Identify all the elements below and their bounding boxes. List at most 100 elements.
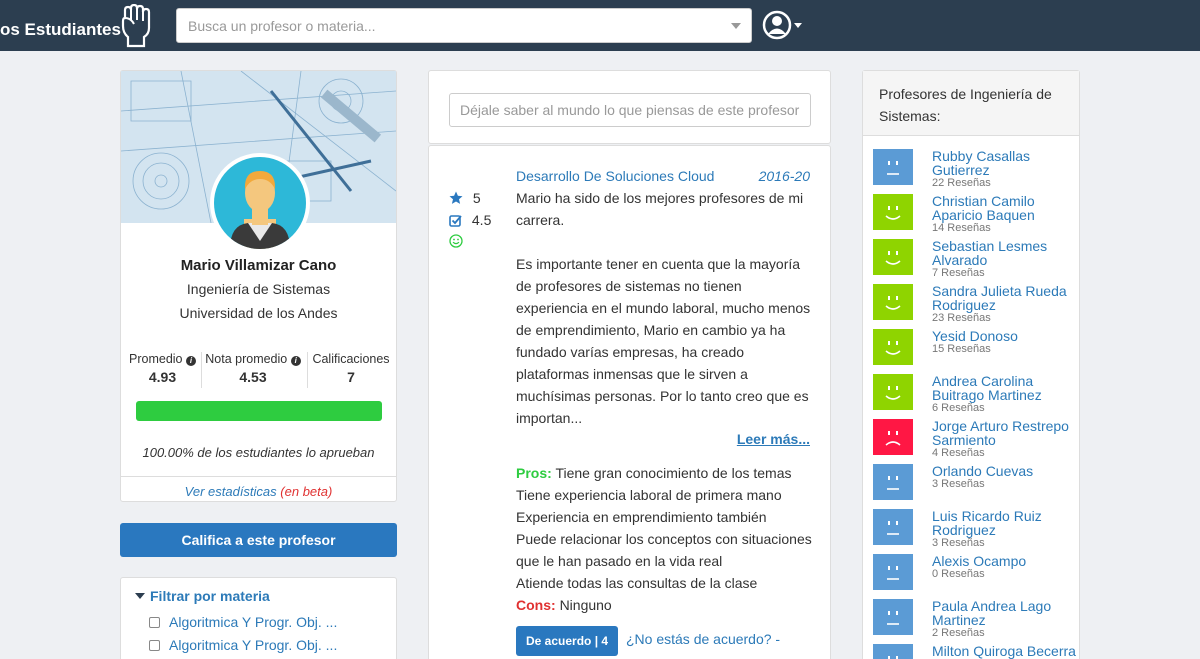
star-icon bbox=[449, 191, 463, 204]
cons-label: Cons: bbox=[516, 597, 556, 613]
filter-item-label[interactable]: Algoritmica Y Progr. Obj. ... bbox=[149, 637, 337, 653]
happy-face-icon bbox=[873, 329, 913, 365]
approval-progress-fill bbox=[136, 401, 382, 421]
neutral-face-icon bbox=[873, 644, 913, 659]
pros-item: Atiende todas las consultas de la clase bbox=[516, 575, 758, 591]
professor-review-count: 23 Reseñas bbox=[932, 312, 991, 324]
stat-ratings-value: 7 bbox=[347, 369, 355, 385]
filter-title[interactable]: Filtrar por materia bbox=[150, 588, 270, 604]
professor-name: Mario Villamizar Cano bbox=[180, 257, 337, 274]
user-dropdown-caret-icon[interactable] bbox=[794, 23, 802, 28]
happy-face-icon bbox=[873, 374, 913, 410]
professor-name-link[interactable]: Andrea Carolina Buitrago Martinez bbox=[932, 373, 1042, 403]
professor-review-count: 2 Reseñas bbox=[932, 627, 985, 639]
professor-list-item[interactable]: Alexis Ocampo 0 Reseñas bbox=[873, 554, 1078, 594]
professor-link[interactable]: Milton Quiroga Becerra bbox=[932, 644, 1078, 658]
professor-name-link[interactable]: Rubby Casallas Gutierrez bbox=[932, 148, 1030, 178]
professor-list-item[interactable]: Christian Camilo Aparicio Baquen 14 Reseñ… bbox=[873, 194, 1078, 234]
professor-name-link[interactable]: Alexis Ocampo bbox=[932, 553, 1026, 569]
neutral-face-icon bbox=[873, 509, 913, 545]
professor-review-count: 6 Reseñas bbox=[932, 402, 985, 414]
checkbox-checked-icon bbox=[449, 215, 462, 227]
search-input[interactable] bbox=[177, 9, 697, 42]
person-avatar-icon bbox=[230, 171, 290, 249]
review-body: Mario ha sido de los mejores profesores … bbox=[516, 187, 816, 451]
card-divider bbox=[121, 476, 396, 477]
raised-fist-logo-icon[interactable] bbox=[117, 4, 155, 48]
professor-review-count: 0 Reseñas bbox=[932, 568, 985, 580]
rate-professor-button[interactable]: Califica a este profesor bbox=[120, 523, 397, 557]
filter-checkbox[interactable] bbox=[149, 617, 160, 628]
professor-list-item[interactable]: Andrea Carolina Buitrago Martinez 6 Reseñ… bbox=[873, 374, 1078, 414]
disagree-link[interactable]: ¿No estás de acuerdo? - bbox=[626, 631, 780, 647]
info-icon[interactable]: i bbox=[185, 356, 196, 366]
professor-link[interactable]: Orlando Cuevas 3 Reseñas bbox=[932, 464, 1078, 491]
stat-ratings: Calificaciones 7 bbox=[309, 352, 393, 388]
user-circle-icon[interactable] bbox=[762, 10, 792, 40]
professor-name-link[interactable]: Yesid Donoso bbox=[932, 328, 1018, 344]
filter-toggle[interactable]: Filtrar por materia bbox=[135, 588, 270, 604]
professor-name-link[interactable]: Milton Quiroga Becerra bbox=[932, 643, 1076, 659]
filter-by-course-card: Filtrar por materia Algoritmica Y Progr.… bbox=[120, 577, 397, 659]
neutral-face-icon bbox=[873, 599, 913, 635]
post-opinion-card: Déjale saber al mundo lo que piensas de … bbox=[428, 70, 831, 144]
professor-list-item[interactable]: Yesid Donoso 15 Reseñas bbox=[873, 329, 1078, 369]
review-mood bbox=[449, 234, 463, 251]
brand-name[interactable]: os Estudiantes bbox=[0, 20, 121, 40]
professor-name-link[interactable]: Jorge Arturo Restrepo Sarmiento bbox=[932, 418, 1069, 448]
neutral-face-icon bbox=[873, 464, 913, 500]
agree-button[interactable]: De acuerdo | 4 bbox=[516, 626, 619, 656]
view-stats-link[interactable]: Ver estadísticas (en beta) bbox=[121, 484, 396, 499]
beta-label: (en beta) bbox=[280, 484, 333, 499]
professor-review-count: 4 Reseñas bbox=[932, 447, 985, 459]
info-icon[interactable]: i bbox=[290, 356, 301, 366]
search-box[interactable] bbox=[176, 8, 752, 43]
professor-link[interactable]: Sebastian Lesmes Alvarado 7 Reseñas bbox=[932, 239, 1078, 280]
review-course[interactable]: Desarrollo De Soluciones Cloud bbox=[516, 168, 714, 184]
approval-text: 100.00% de los estudiantes lo aprueban bbox=[142, 445, 375, 460]
professor-link[interactable]: Yesid Donoso 15 Reseñas bbox=[932, 329, 1078, 356]
professor-review-count: 7 Reseñas bbox=[932, 267, 985, 279]
professor-link[interactable]: Paula Andrea Lago Martinez 2 Reseñas bbox=[932, 599, 1078, 640]
professor-name-link[interactable]: Luis Ricardo Ruiz Rodriguez bbox=[932, 508, 1042, 538]
avatar bbox=[210, 153, 310, 253]
professor-name-link[interactable]: Orlando Cuevas bbox=[932, 463, 1033, 479]
professor-name-link[interactable]: Sandra Julieta Rueda Rodriguez bbox=[932, 283, 1067, 313]
professor-list-item[interactable]: Jorge Arturo Restrepo Sarmiento 4 Reseñas bbox=[873, 419, 1078, 459]
view-stats-label[interactable]: Ver estadísticas bbox=[185, 484, 277, 499]
chevron-down-icon[interactable] bbox=[731, 23, 741, 29]
professor-link[interactable]: Jorge Arturo Restrepo Sarmiento 4 Reseñas bbox=[932, 419, 1078, 460]
caret-down-icon[interactable] bbox=[135, 593, 145, 599]
sad-face-icon bbox=[873, 419, 913, 455]
professor-list-item[interactable]: Sebastian Lesmes Alvarado 7 Reseñas bbox=[873, 239, 1078, 279]
professor-link[interactable]: Luis Ricardo Ruiz Rodriguez 3 Reseñas bbox=[932, 509, 1078, 550]
filter-item[interactable]: Algoritmica Y Progr. Obj. ... bbox=[149, 637, 337, 653]
professor-name-link[interactable]: Christian Camilo Aparicio Baquen bbox=[932, 193, 1035, 223]
filter-item[interactable]: Algoritmica Y Progr. Obj. ... bbox=[149, 614, 337, 630]
professor-list-item[interactable]: Milton Quiroga Becerra bbox=[873, 644, 1078, 659]
review-grade-value: 4.5 bbox=[471, 212, 492, 228]
professor-link[interactable]: Alexis Ocampo 0 Reseñas bbox=[932, 554, 1078, 581]
professor-list-item[interactable]: Paula Andrea Lago Martinez 2 Reseñas bbox=[873, 599, 1078, 639]
filter-checkbox[interactable] bbox=[149, 640, 160, 651]
pros-item: Tiene experiencia laboral de primera man… bbox=[516, 487, 782, 503]
filter-item-label[interactable]: Algoritmica Y Progr. Obj. ... bbox=[149, 614, 337, 630]
opinion-input[interactable]: Déjale saber al mundo lo que piensas de … bbox=[449, 93, 811, 127]
cons-item: Ninguno bbox=[559, 597, 612, 613]
professor-list-item[interactable]: Sandra Julieta Rueda Rodriguez 23 Reseñas bbox=[873, 284, 1078, 324]
professor-link[interactable]: Andrea Carolina Buitrago Martinez 6 Reseñ… bbox=[932, 374, 1078, 415]
approval-progress-bar bbox=[136, 401, 382, 421]
professor-link[interactable]: Sandra Julieta Rueda Rodriguez 23 Reseñas bbox=[932, 284, 1078, 325]
professor-list-item[interactable]: Luis Ricardo Ruiz Rodriguez 3 Reseñas bbox=[873, 509, 1078, 549]
professor-name-link[interactable]: Sebastian Lesmes Alvarado bbox=[932, 238, 1047, 268]
read-more-link[interactable]: Leer más... bbox=[737, 431, 810, 447]
professor-name-link[interactable]: Paula Andrea Lago Martinez bbox=[932, 598, 1051, 628]
professor-list-item[interactable]: Orlando Cuevas 3 Reseñas bbox=[873, 464, 1078, 504]
professor-profile-card: Mario Villamizar Cano Ingeniería de Sist… bbox=[120, 70, 397, 502]
user-menu[interactable] bbox=[762, 10, 806, 42]
professor-link[interactable]: Rubby Casallas Gutierrez 22 Reseñas bbox=[932, 149, 1078, 190]
professor-list-item[interactable]: Rubby Casallas Gutierrez 22 Reseñas bbox=[873, 149, 1078, 189]
professor-link[interactable]: Christian Camilo Aparicio Baquen 14 Reseñ… bbox=[932, 194, 1078, 235]
stat-grade-label: Nota promedio bbox=[205, 352, 288, 366]
professor-review-count: 3 Reseñas bbox=[932, 478, 985, 490]
